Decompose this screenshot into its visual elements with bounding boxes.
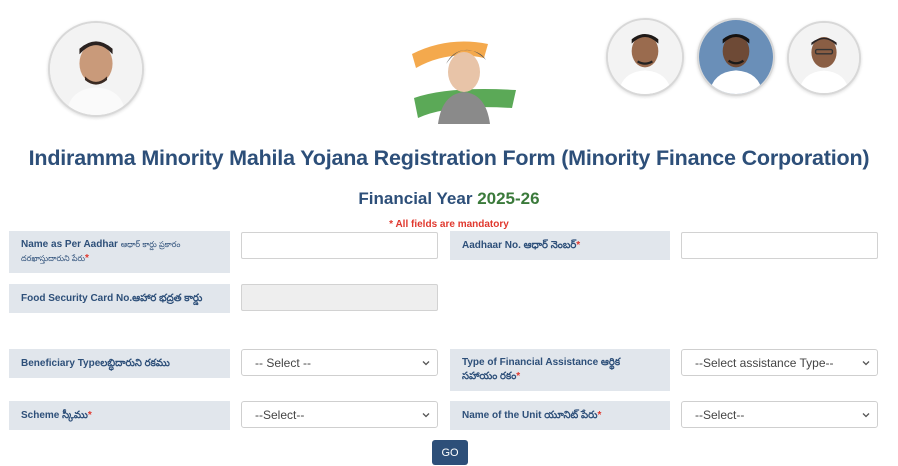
scheme-select[interactable]: --Select-- bbox=[241, 401, 438, 428]
chevron-down-icon bbox=[422, 412, 430, 417]
name-input[interactable] bbox=[241, 232, 438, 259]
assistance-type-value: --Select assistance Type-- bbox=[695, 355, 834, 370]
assistance-type-label: Type of Financial Assistance ఆర్థిక సహాయ… bbox=[450, 349, 670, 391]
portrait-right-3 bbox=[787, 21, 861, 95]
chevron-down-icon bbox=[862, 360, 870, 365]
unit-required-star: * bbox=[597, 409, 602, 421]
go-button[interactable]: GO bbox=[432, 440, 468, 465]
beneficiary-type-label-text: Beneficiary Typeలబ్ధిదారుని రకము bbox=[21, 357, 170, 369]
scheme-required-star: * bbox=[87, 409, 92, 421]
scheme-label: Scheme స్కీము * bbox=[9, 401, 230, 430]
page-title: Indiramma Minority Mahila Yojana Registr… bbox=[28, 146, 870, 170]
food-card-label-text: Food Security Card No.ఆహార భద్రత కార్డు bbox=[21, 292, 203, 304]
aadhaar-label-text: Aadhaar No. ఆధార్ నెంబర్ bbox=[462, 239, 577, 251]
portrait-right-1 bbox=[606, 18, 684, 96]
unit-name-label-text: Name of the Unit యూనిట్ పేరు bbox=[462, 409, 598, 421]
aadhaar-required-star: * bbox=[576, 239, 581, 251]
aadhaar-label: Aadhaar No. ఆధార్ నెంబర్ * bbox=[450, 231, 670, 260]
chevron-down-icon bbox=[422, 360, 430, 365]
food-card-input[interactable] bbox=[241, 284, 438, 311]
unit-name-label: Name of the Unit యూనిట్ పేరు * bbox=[450, 401, 670, 430]
portrait-right-2 bbox=[697, 18, 775, 96]
unit-name-value: --Select-- bbox=[695, 407, 745, 422]
beneficiary-type-select[interactable]: -- Select -- bbox=[241, 349, 438, 376]
name-required-star: * bbox=[85, 253, 89, 264]
name-label-en: Name as Per Aadhar bbox=[21, 239, 121, 250]
assistance-type-select[interactable]: --Select assistance Type-- bbox=[681, 349, 878, 376]
financial-year-value: 2025-26 bbox=[477, 189, 540, 208]
portrait-left bbox=[48, 21, 144, 117]
assistance-required-star: * bbox=[516, 371, 521, 382]
indira-tricolor-emblem-icon bbox=[410, 41, 516, 124]
chevron-down-icon bbox=[862, 412, 870, 417]
scheme-label-text: Scheme స్కీము bbox=[21, 409, 88, 421]
beneficiary-type-label: Beneficiary Typeలబ్ధిదారుని రకము bbox=[9, 349, 230, 378]
aadhaar-input[interactable] bbox=[681, 232, 878, 259]
beneficiary-type-value: -- Select -- bbox=[255, 355, 312, 370]
name-label: Name as Per Aadhar ఆధార్ కార్డు ప్రకారం … bbox=[9, 231, 230, 273]
financial-year-label: Financial Year bbox=[358, 189, 473, 208]
mandatory-note: * All fields are mandatory bbox=[389, 219, 509, 230]
assistance-type-label-text: Type of Financial Assistance ఆర్థిక సహాయ… bbox=[462, 357, 621, 382]
unit-name-select[interactable]: --Select-- bbox=[681, 401, 878, 428]
financial-year: Financial Year 2025-26 bbox=[0, 189, 898, 209]
scheme-value: --Select-- bbox=[255, 407, 305, 422]
food-card-label: Food Security Card No.ఆహార భద్రత కార్డు bbox=[9, 284, 230, 313]
